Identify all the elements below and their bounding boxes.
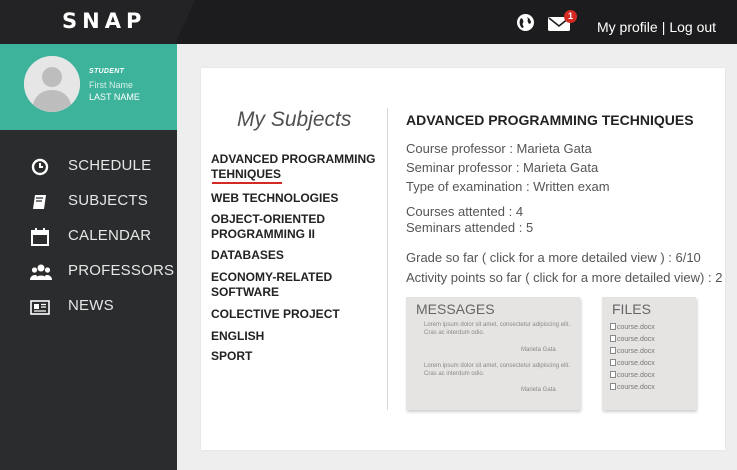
subject-item-advanced-programming[interactable]: ADVANCED PROGRAMMING TEHNIQUES <box>211 152 386 182</box>
file-name: course.docx <box>617 348 655 355</box>
file-name: course.docx <box>617 360 655 367</box>
files-title: FILES <box>612 301 651 317</box>
nav-item-calendar[interactable]: CALENDAR <box>0 219 177 254</box>
calendar-icon <box>30 227 50 247</box>
document-icon <box>610 323 616 330</box>
document-icon <box>610 347 616 354</box>
subject-item-sport[interactable]: SPORT <box>211 349 252 364</box>
activity-points[interactable]: Activity points so far ( click for a mor… <box>406 270 722 285</box>
document-icon <box>610 335 616 342</box>
nav-label: NEWS <box>68 297 114 314</box>
nav-item-subjects[interactable]: SUBJECTS <box>0 184 177 219</box>
document-icon <box>610 383 616 390</box>
subject-item-web-technologies[interactable]: WEB TECHNOLOGIES <box>211 191 338 206</box>
logo[interactable]: SNAP <box>62 9 146 33</box>
subject-item-databases[interactable]: DATABASES <box>211 248 284 263</box>
nav-label: SUBJECTS <box>68 192 148 209</box>
people-icon <box>30 262 52 282</box>
nav-label: PROFESSORS <box>68 262 175 279</box>
user-last-name: LAST NAME <box>89 92 140 102</box>
document-icon <box>610 359 616 366</box>
subject-item-economy-software[interactable]: ECONOMY-RELATED SOFTWARE <box>211 270 351 300</box>
subject-item-oop-ii[interactable]: OBJECT-ORIENTED PROGRAMMING II <box>211 212 351 242</box>
book-icon <box>30 192 50 212</box>
file-name: course.docx <box>617 372 655 379</box>
logout-link[interactable]: Log out <box>669 19 716 35</box>
user-card[interactable]: STUDENT First Name LAST NAME <box>0 44 177 130</box>
courses-attended: Courses attented : 4 <box>406 204 524 219</box>
top-links: My profile | Log out <box>597 19 716 35</box>
messages-panel: MESSAGES Lorem ipsum dolor sit amet, con… <box>406 297 580 410</box>
subjects-heading: My Subjects <box>237 108 352 131</box>
subject-item-english[interactable]: ENGLISH <box>211 329 264 344</box>
file-item[interactable]: course.docx <box>610 371 655 379</box>
link-separator: | <box>661 19 666 35</box>
my-profile-link[interactable]: My profile <box>597 19 658 35</box>
file-item[interactable]: course.docx <box>610 335 655 343</box>
news-icon <box>30 297 50 317</box>
grade-so-far[interactable]: Grade so far ( click for a more detailed… <box>406 250 701 265</box>
message-text[interactable]: Lorem ipsum dolor sit amet, consectetur … <box>424 362 574 378</box>
nav-menu: SCHEDULE SUBJECTS CALENDAR PROFESSORS NE… <box>0 149 177 324</box>
files-panel: FILES course.docx course.docx course.doc… <box>602 297 696 410</box>
file-item[interactable]: course.docx <box>610 383 655 391</box>
user-role: STUDENT <box>89 68 125 75</box>
file-item[interactable]: course.docx <box>610 347 655 355</box>
avatar <box>24 56 80 112</box>
course-professor: Course professor : Marieta Gata <box>406 141 592 156</box>
selected-subject-underline <box>212 182 282 184</box>
nav-item-professors[interactable]: PROFESSORS <box>0 254 177 289</box>
clock-icon <box>30 157 50 177</box>
nav-item-schedule[interactable]: SCHEDULE <box>0 149 177 184</box>
nav-label: SCHEDULE <box>68 157 152 174</box>
message-text[interactable]: Lorem ipsum dolor sit amet, consectetur … <box>424 321 574 337</box>
messages-title: MESSAGES <box>416 301 495 317</box>
subject-detail-title: ADVANCED PROGRAMMING TECHNIQUES <box>406 112 694 128</box>
nav-item-news[interactable]: NEWS <box>0 289 177 324</box>
document-icon <box>610 371 616 378</box>
sidebar: STUDENT First Name LAST NAME SCHEDULE SU… <box>0 44 177 470</box>
file-item[interactable]: course.docx <box>610 323 655 331</box>
file-item[interactable]: course.docx <box>610 359 655 367</box>
nav-label: CALENDAR <box>68 227 152 244</box>
user-first-name: First Name <box>89 80 134 90</box>
file-name: course.docx <box>617 336 655 343</box>
file-name: course.docx <box>617 384 655 391</box>
message-author: Marieta Gata <box>521 347 556 353</box>
file-name: course.docx <box>617 324 655 331</box>
column-divider <box>387 108 388 410</box>
seminar-professor: Seminar professor : Marieta Gata <box>406 160 599 175</box>
notification-badge[interactable]: 1 <box>564 10 577 23</box>
exam-type: Type of examination : Written exam <box>406 179 610 194</box>
globe-icon[interactable] <box>517 14 534 31</box>
subject-item-colective-project[interactable]: COLECTIVE PROJECT <box>211 307 340 322</box>
seminars-attended: Seminars attended : 5 <box>406 220 534 235</box>
message-author: Marieta Gata <box>521 387 556 393</box>
